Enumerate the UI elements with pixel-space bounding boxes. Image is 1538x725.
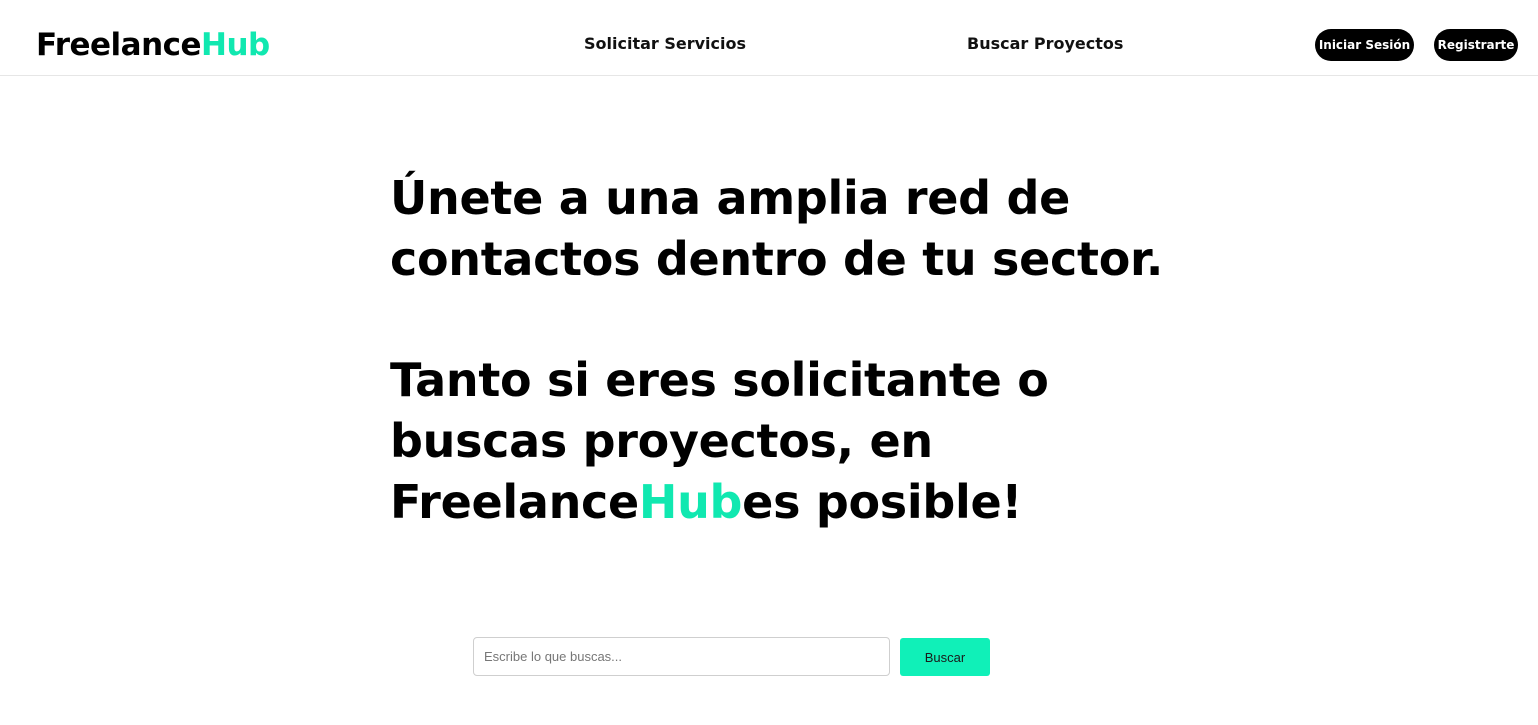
register-button[interactable]: Registrarte: [1434, 29, 1518, 61]
hero-brand-main: Freelance: [390, 475, 639, 529]
hero-line-2: contactos dentro de tu sector.: [390, 232, 1164, 286]
hero-line-4: buscas proyectos, en: [390, 414, 933, 468]
hero-line-5-tail: es posible!: [742, 475, 1023, 529]
hero-paragraph-network: Únete a una amplia red de contactos dent…: [390, 168, 1250, 290]
nav-link-solicitar-servicios[interactable]: Solicitar Servicios: [584, 34, 746, 54]
login-button[interactable]: Iniciar Sesión: [1315, 29, 1414, 61]
brand-name-main: Freelance: [36, 27, 202, 63]
brand-name-accent: Hub: [201, 27, 270, 63]
hero-line-1: Únete a una amplia red de: [390, 171, 1071, 225]
hero-paragraph-freelancehub: Tanto si eres solicitante o buscas proye…: [390, 350, 1250, 533]
search-input[interactable]: [473, 637, 890, 676]
top-navbar: FreelanceHub Solicitar Servicios Buscar …: [0, 0, 1538, 76]
hero-section: Únete a una amplia red de contactos dent…: [390, 168, 1250, 533]
search-button[interactable]: Buscar: [900, 638, 990, 676]
hero-brand-accent: Hub: [638, 475, 743, 529]
nav-link-buscar-proyectos[interactable]: Buscar Proyectos: [967, 34, 1123, 54]
brand-logo[interactable]: FreelanceHub: [36, 28, 270, 62]
hero-line-3: Tanto si eres solicitante o: [390, 353, 1049, 407]
